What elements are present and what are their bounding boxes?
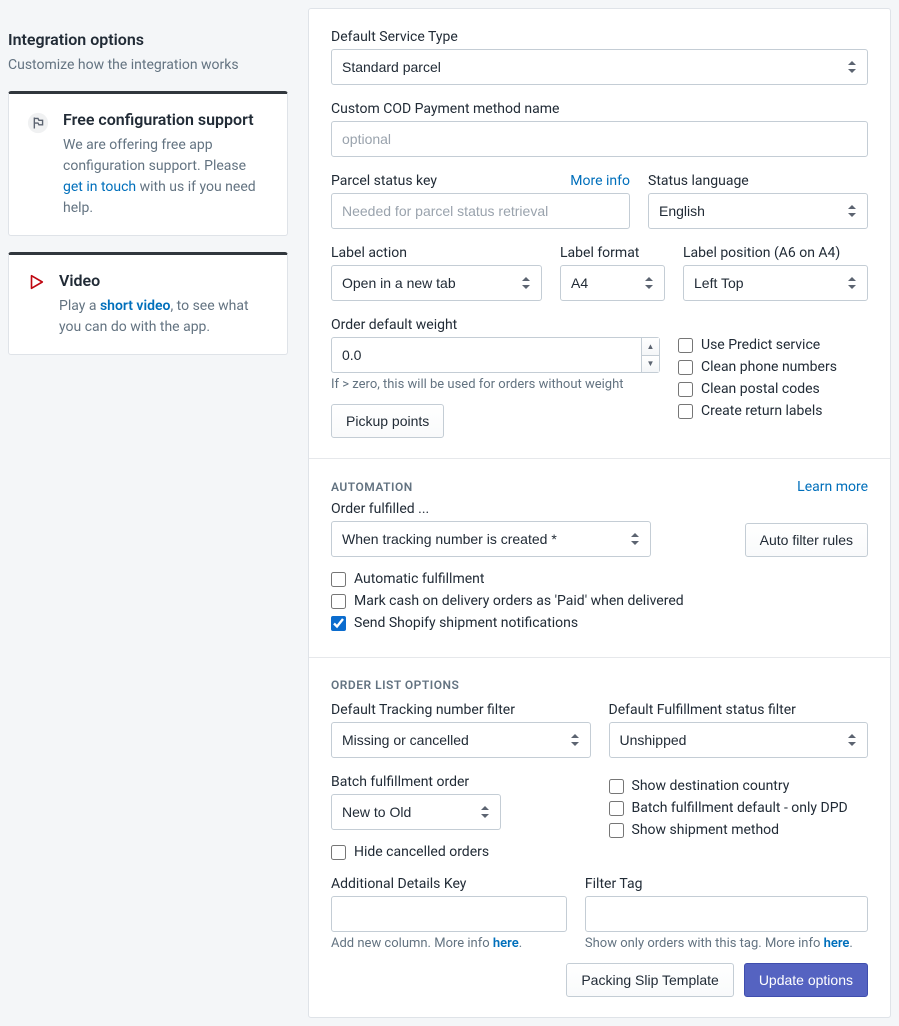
- check-postal[interactable]: Clean postal codes: [678, 381, 868, 397]
- weight-step-up[interactable]: ▲: [642, 338, 659, 356]
- weight-input[interactable]: [331, 337, 660, 373]
- packing-slip-button[interactable]: Packing Slip Template: [566, 963, 733, 997]
- check-ship-method[interactable]: Show shipment method: [609, 822, 869, 838]
- fulfilled-label: Order fulfilled ...: [331, 501, 651, 517]
- ftag-input[interactable]: [585, 896, 868, 932]
- check-auto-fulfill[interactable]: Automatic fulfillment: [331, 571, 868, 587]
- lbl-format-label: Label format: [560, 245, 665, 261]
- check-shopify-notify[interactable]: Send Shopify shipment notifications: [331, 615, 868, 631]
- check-dest-country[interactable]: Show destination country: [609, 778, 869, 794]
- detkey-here-link[interactable]: here: [493, 936, 519, 951]
- detkey-input[interactable]: [331, 896, 567, 932]
- weight-label: Order default weight: [331, 317, 660, 333]
- play-icon: [27, 273, 45, 291]
- video-title: Video: [59, 271, 269, 290]
- weight-step-down[interactable]: ▼: [642, 356, 659, 373]
- page-subtitle: Customize how the integration works: [8, 57, 288, 73]
- lbl-format-select[interactable]: A4: [560, 265, 665, 301]
- pickup-points-button[interactable]: Pickup points: [331, 404, 444, 438]
- support-title: Free configuration support: [63, 110, 269, 129]
- fulfilled-select[interactable]: When tracking number is created *: [331, 521, 651, 557]
- ful-select[interactable]: Unshipped: [609, 722, 869, 758]
- pkey-input[interactable]: [331, 193, 630, 229]
- batch-select[interactable]: New to Old: [331, 794, 501, 830]
- video-body: Play a short video, to see what you can …: [59, 296, 269, 338]
- ftag-label: Filter Tag: [585, 876, 868, 892]
- check-hide-cancelled[interactable]: Hide cancelled orders: [331, 844, 591, 860]
- support-body: We are offering free app configuration s…: [63, 135, 269, 219]
- batch-label: Batch fulfillment order: [331, 774, 591, 790]
- check-cod-paid[interactable]: Mark cash on delivery orders as 'Paid' w…: [331, 593, 868, 609]
- ftag-here-link[interactable]: here: [824, 936, 850, 951]
- pkey-more-link[interactable]: More info: [570, 173, 630, 189]
- lbl-action-label: Label action: [331, 245, 542, 261]
- update-options-button[interactable]: Update options: [744, 963, 868, 997]
- lbl-pos-label: Label position (A6 on A4): [683, 245, 868, 261]
- check-phones[interactable]: Clean phone numbers: [678, 359, 868, 375]
- detkey-hint: Add new column. More info here.: [331, 936, 567, 951]
- detkey-label: Additional Details Key: [331, 876, 567, 892]
- lang-label: Status language: [648, 173, 868, 189]
- page-title: Integration options: [8, 30, 288, 49]
- lang-select[interactable]: English: [648, 193, 868, 229]
- cod-input[interactable]: [331, 121, 868, 157]
- support-card: Free configuration support We are offeri…: [8, 91, 288, 236]
- automation-title: Automation: [331, 480, 413, 494]
- svc-label: Default Service Type: [331, 29, 868, 45]
- pkey-label: Parcel status key: [331, 173, 437, 189]
- ftag-hint: Show only orders with this tag. More inf…: [585, 936, 868, 951]
- trk-label: Default Tracking number filter: [331, 702, 591, 718]
- cod-label: Custom COD Payment method name: [331, 101, 868, 117]
- trk-select[interactable]: Missing or cancelled: [331, 722, 591, 758]
- check-batch-dpd[interactable]: Batch fulfillment default - only DPD: [609, 800, 869, 816]
- lbl-pos-select[interactable]: Left Top: [683, 265, 868, 301]
- auto-filter-rules-button[interactable]: Auto filter rules: [745, 523, 868, 557]
- lbl-action-select[interactable]: Open in a new tab: [331, 265, 542, 301]
- weight-hint: If > zero, this will be used for orders …: [331, 377, 660, 392]
- check-return[interactable]: Create return labels: [678, 403, 868, 419]
- automation-learn-link[interactable]: Learn more: [797, 479, 868, 495]
- svc-select[interactable]: Standard parcel: [331, 49, 868, 85]
- check-predict[interactable]: Use Predict service: [678, 337, 868, 353]
- flag-icon: [27, 112, 49, 134]
- orderlist-title: Order list options: [331, 678, 868, 692]
- ful-label: Default Fulfillment status filter: [609, 702, 869, 718]
- video-card: Video Play a short video, to see what yo…: [8, 252, 288, 355]
- get-in-touch-link[interactable]: get in touch: [63, 179, 136, 195]
- short-video-link[interactable]: short video: [100, 298, 171, 314]
